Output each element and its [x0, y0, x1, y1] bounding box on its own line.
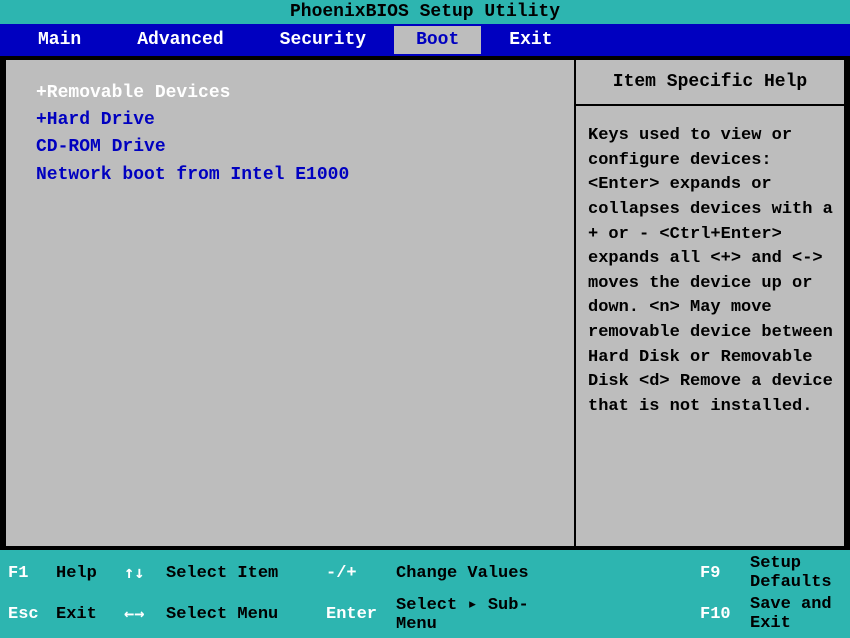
- help-content: Keys used to view or configure devices: …: [576, 106, 844, 430]
- f9-key: F9: [700, 564, 750, 583]
- esc-key: Esc: [8, 605, 56, 624]
- updown-action: Select Item: [166, 564, 326, 583]
- plusminus-action: Change Values: [396, 564, 568, 583]
- tab-exit[interactable]: Exit: [481, 26, 580, 54]
- main-area: +Removable Devices +Hard Drive CD-ROM Dr…: [4, 58, 846, 548]
- f1-action: Help: [56, 564, 124, 583]
- boot-order-panel: +Removable Devices +Hard Drive CD-ROM Dr…: [6, 60, 576, 546]
- bios-container: PhoenixBIOS Setup Utility Main Advanced …: [0, 0, 850, 638]
- tab-boot[interactable]: Boot: [394, 26, 481, 54]
- f9-action: Setup Defaults: [750, 554, 842, 592]
- tab-security[interactable]: Security: [252, 26, 394, 54]
- f10-action: Save and Exit: [750, 595, 842, 633]
- help-panel: Item Specific Help Keys used to view or …: [576, 60, 844, 546]
- boot-item-removable[interactable]: +Removable Devices: [36, 80, 564, 107]
- plusminus-key: -/+: [326, 564, 396, 583]
- leftright-key: ←→: [124, 604, 166, 624]
- boot-item-cdrom[interactable]: CD-ROM Drive: [36, 134, 564, 161]
- leftright-action: Select Menu: [166, 605, 326, 624]
- help-title: Item Specific Help: [576, 60, 844, 106]
- enter-key: Enter: [326, 605, 396, 624]
- tab-advanced[interactable]: Advanced: [109, 26, 251, 54]
- f1-key: F1: [8, 564, 56, 583]
- boot-item-harddrive[interactable]: +Hard Drive: [36, 107, 564, 134]
- footer-bar: F1 Help ↑↓ Select Item -/+ Change Values…: [0, 550, 850, 638]
- enter-action: Select ▸ Sub-Menu: [396, 594, 568, 634]
- updown-key: ↑↓: [124, 563, 166, 583]
- tab-main[interactable]: Main: [10, 26, 109, 54]
- f10-key: F10: [700, 605, 750, 624]
- boot-item-network[interactable]: Network boot from Intel E1000: [36, 162, 564, 189]
- esc-action: Exit: [56, 605, 124, 624]
- title-bar: PhoenixBIOS Setup Utility: [0, 0, 850, 24]
- tab-bar: Main Advanced Security Boot Exit: [0, 24, 850, 56]
